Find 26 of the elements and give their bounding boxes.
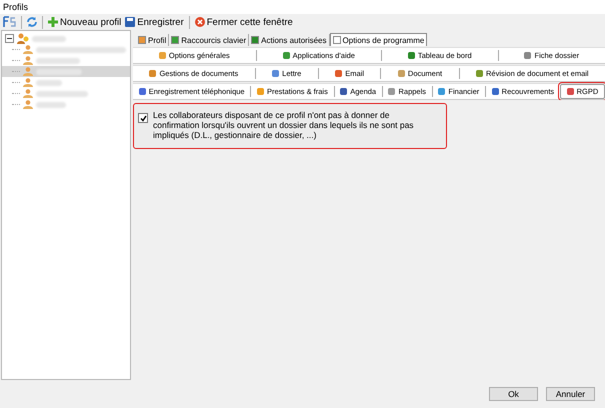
user-icon bbox=[23, 56, 33, 65]
user-icon bbox=[23, 45, 33, 54]
collapse-icon[interactable] bbox=[5, 34, 14, 43]
dialog-button[interactable]: Ok bbox=[489, 387, 538, 401]
refresh-icon[interactable] bbox=[26, 15, 38, 29]
checkbox[interactable] bbox=[138, 113, 148, 123]
blurred-label bbox=[32, 36, 66, 42]
tab[interactable]: Options de programme bbox=[330, 33, 428, 46]
fs-icon[interactable] bbox=[3, 15, 17, 29]
dialog-button[interactable]: Annuler bbox=[546, 387, 595, 401]
close-icon bbox=[194, 17, 205, 27]
user-icon bbox=[23, 78, 33, 87]
tab[interactable]: Raccourcis clavier bbox=[169, 34, 250, 46]
user-icon bbox=[23, 100, 33, 109]
users-icon bbox=[17, 33, 29, 44]
window-title: Profils bbox=[0, 0, 605, 14]
toolbar-button[interactable]: Nouveau profil bbox=[47, 15, 122, 29]
option-label: Les collaborateurs disposant de ce profil n'ont pas à donner de confirmation lorsqu'ils ouvrent un dossier dans lequels ils ne sont pas impliqués (D.L., gestionnaire de dossier, ...) bbox=[153, 110, 415, 140]
toolbar-button[interactable]: Enregistrer bbox=[124, 15, 185, 29]
tab[interactable]: Profil bbox=[136, 34, 170, 46]
tab[interactable]: Actions autorisées bbox=[249, 34, 330, 46]
plus-icon bbox=[48, 17, 58, 27]
user-icon bbox=[23, 67, 33, 76]
toolbar-button[interactable]: Fermer cette fenêtre bbox=[194, 15, 294, 29]
user-icon bbox=[23, 89, 33, 98]
tree-item[interactable] bbox=[2, 66, 130, 77]
